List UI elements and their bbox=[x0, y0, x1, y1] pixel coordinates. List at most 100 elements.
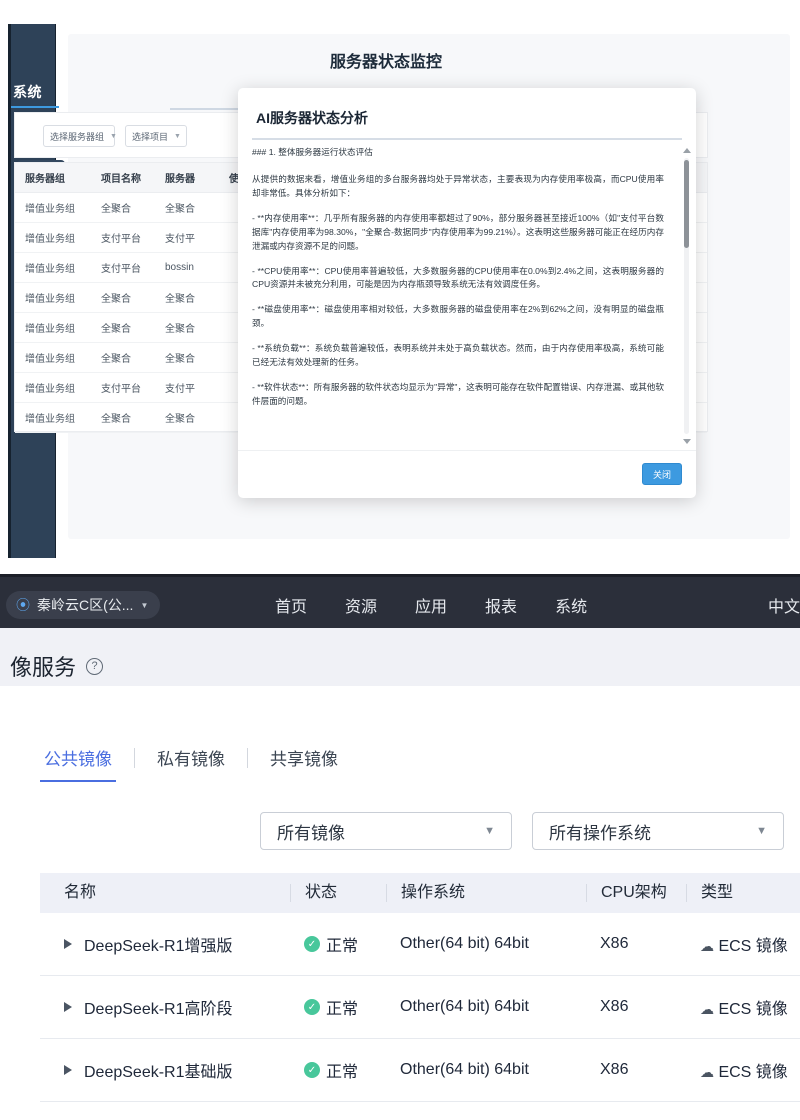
cell-status: ✓正常 bbox=[290, 932, 386, 956]
cloud-icon: ☁ bbox=[700, 1001, 714, 1017]
tab-公共镜像[interactable]: 公共镜像 bbox=[22, 745, 134, 770]
language-switcher[interactable]: 中文 bbox=[768, 593, 800, 617]
scroll-up-icon[interactable] bbox=[683, 148, 691, 153]
console-topnav: ⦿ 秦岭云C区(公... ▼ 首页 资源 应用 报表 系统 中文 bbox=[0, 574, 800, 628]
cell-server: 全聚合 bbox=[155, 410, 219, 425]
page-header-band bbox=[0, 628, 800, 686]
cell-project: 支付平台 bbox=[91, 260, 155, 275]
cell-name: DeepSeek-R1基础版 bbox=[40, 1058, 290, 1082]
dialog-paragraph: - **系统负载**：系统负载普遍较低，表明系统并未处于高负载状态。然而，由于内… bbox=[252, 342, 664, 370]
cell-arch: X86 bbox=[586, 1061, 686, 1079]
table-row[interactable]: DeepSeek-R1高阶段✓正常Other(64 bit) 64bitX86☁… bbox=[40, 976, 800, 1039]
dialog-body[interactable]: ### 1. 整体服务器运行状态评估从提供的数据来看，增值业务组的多台服务器均处… bbox=[252, 146, 682, 446]
chevron-down-icon: ▼ bbox=[756, 825, 767, 837]
cell-server: 全聚合 bbox=[155, 320, 219, 335]
ai-analysis-dialog: AI服务器状态分析 ### 1. 整体服务器运行状态评估从提供的数据来看，增值业… bbox=[238, 88, 696, 498]
dialog-paragraph: - **CPU使用率**：CPU使用率普遍较低，大多数服务器的CPU使用率在0.… bbox=[252, 265, 664, 293]
nav-link-资源[interactable]: 资源 bbox=[345, 593, 377, 617]
expand-triangle-icon[interactable] bbox=[64, 1065, 72, 1075]
cell-project: 支付平台 bbox=[91, 230, 155, 245]
chevron-down-icon: ▼ bbox=[174, 133, 181, 140]
cell-group: 增值业务组 bbox=[15, 410, 91, 425]
cell-server: bossin bbox=[155, 262, 219, 273]
page-title-row: 像服务 ? bbox=[10, 650, 103, 682]
chevron-down-icon: ▼ bbox=[110, 133, 117, 140]
column-header-arch: CPU架构 bbox=[586, 884, 686, 902]
os-select-value: 所有操作系统 bbox=[549, 819, 651, 844]
expand-triangle-icon[interactable] bbox=[64, 939, 72, 949]
os-select[interactable]: 所有操作系统 ▼ bbox=[532, 812, 784, 850]
cell-type: ☁ ECS 镜像 bbox=[686, 995, 800, 1019]
cell-project: 支付平台 bbox=[91, 380, 155, 395]
cloud-icon: ☁ bbox=[700, 1064, 714, 1080]
dialog-paragraph: ### 1. 整体服务器运行状态评估 bbox=[252, 146, 664, 160]
dialog-paragraph: - **软件状态**：所有服务器的软件状态均显示为"异常"，这表明可能存在软件配… bbox=[252, 381, 664, 409]
image-scope-value: 所有镜像 bbox=[277, 819, 345, 844]
cell-server: 全聚合 bbox=[155, 290, 219, 305]
cell-group: 增值业务组 bbox=[15, 320, 91, 335]
server-group-select[interactable]: 选择服务器组 ▼ bbox=[43, 125, 115, 147]
close-button[interactable]: 关闭 bbox=[642, 463, 682, 485]
column-header-os: 操作系统 bbox=[386, 884, 586, 902]
image-scope-select[interactable]: 所有镜像 ▼ bbox=[260, 812, 512, 850]
image-name-label: DeepSeek-R1增强版 bbox=[84, 932, 233, 956]
server-group-select-value: 选择服务器组 bbox=[50, 130, 104, 143]
dialog-paragraph: 从提供的数据来看，增值业务组的多台服务器均处于异常状态，主要表现为内存使用率极高… bbox=[252, 173, 664, 201]
image-table: 名称 状态 操作系统 CPU架构 类型 DeepSeek-R1增强版✓正常Oth… bbox=[40, 873, 800, 1102]
cell-name: DeepSeek-R1高阶段 bbox=[40, 995, 290, 1019]
table-row[interactable]: DeepSeek-R1基础版✓正常Other(64 bit) 64bitX86☁… bbox=[40, 1039, 800, 1102]
server-monitor-app: 系统 服务器状态监控 选择服务器组 ▼ 选择项目 ▼ 服务器组 项目名称 bbox=[0, 0, 800, 560]
nav-link-首页[interactable]: 首页 bbox=[275, 593, 307, 617]
location-pin-icon: ⦿ bbox=[16, 595, 30, 615]
console-tabs: 公共镜像私有镜像共享镜像 bbox=[22, 745, 360, 770]
type-label: ECS 镜像 bbox=[714, 1064, 788, 1081]
table-row[interactable]: DeepSeek-R1增强版✓正常Other(64 bit) 64bitX86☁… bbox=[40, 913, 800, 976]
page-title: 像服务 bbox=[10, 650, 76, 682]
expand-triangle-icon[interactable] bbox=[64, 1002, 72, 1012]
region-selector[interactable]: ⦿ 秦岭云C区(公... ▼ bbox=[6, 591, 160, 619]
dialog-paragraph: - **内存使用率**：几乎所有服务器的内存使用率都超过了90%，部分服务器甚至… bbox=[252, 212, 664, 254]
dialog-scrollbar[interactable] bbox=[681, 146, 692, 446]
cell-project: 全聚合 bbox=[91, 350, 155, 365]
chevron-down-icon: ▼ bbox=[484, 825, 495, 837]
console-filters: 所有镜像 ▼ 所有操作系统 ▼ bbox=[260, 812, 784, 850]
cell-project: 全聚合 bbox=[91, 410, 155, 425]
dialog-footer: 关闭 bbox=[238, 450, 696, 498]
tab-私有镜像[interactable]: 私有镜像 bbox=[135, 745, 247, 770]
question-mark-icon[interactable]: ? bbox=[86, 658, 103, 675]
nav-link-应用[interactable]: 应用 bbox=[415, 593, 447, 617]
column-header-project: 项目名称 bbox=[91, 170, 155, 185]
image-table-body: DeepSeek-R1增强版✓正常Other(64 bit) 64bitX86☁… bbox=[40, 913, 800, 1102]
column-header-status: 状态 bbox=[290, 884, 386, 902]
cell-project: 全聚合 bbox=[91, 200, 155, 215]
cell-group: 增值业务组 bbox=[15, 380, 91, 395]
column-header-name: 名称 bbox=[40, 884, 290, 902]
cell-server: 全聚合 bbox=[155, 350, 219, 365]
status-ok-icon: ✓ bbox=[304, 1062, 320, 1078]
tab-共享镜像[interactable]: 共享镜像 bbox=[248, 745, 360, 770]
status-badge: 正常 bbox=[326, 995, 358, 1019]
column-header-type: 类型 bbox=[686, 884, 800, 902]
cell-arch: X86 bbox=[586, 998, 686, 1016]
console-nav-links: 首页 资源 应用 报表 系统 bbox=[275, 593, 587, 617]
status-ok-icon: ✓ bbox=[304, 999, 320, 1015]
nav-link-报表[interactable]: 报表 bbox=[485, 593, 517, 617]
cell-os: Other(64 bit) 64bit bbox=[386, 935, 586, 953]
cell-server: 支付平 bbox=[155, 380, 219, 395]
nav-link-系统[interactable]: 系统 bbox=[555, 593, 587, 617]
image-name-label: DeepSeek-R1基础版 bbox=[84, 1058, 233, 1082]
cell-name: DeepSeek-R1增强版 bbox=[40, 932, 290, 956]
cell-group: 增值业务组 bbox=[15, 230, 91, 245]
cell-server: 支付平 bbox=[155, 230, 219, 245]
dialog-title-divider bbox=[252, 138, 682, 140]
type-label: ECS 镜像 bbox=[714, 938, 788, 955]
dialog-title: AI服务器状态分析 bbox=[256, 108, 368, 128]
column-header-group: 服务器组 bbox=[15, 170, 91, 185]
cell-group: 增值业务组 bbox=[15, 290, 91, 305]
project-select[interactable]: 选择项目 ▼ bbox=[125, 125, 187, 147]
scroll-down-icon[interactable] bbox=[683, 439, 691, 444]
scrollbar-thumb[interactable] bbox=[684, 160, 689, 248]
monitor-page-title: 服务器状态监控 bbox=[330, 48, 442, 72]
type-label: ECS 镜像 bbox=[714, 1001, 788, 1018]
status-ok-icon: ✓ bbox=[304, 936, 320, 952]
